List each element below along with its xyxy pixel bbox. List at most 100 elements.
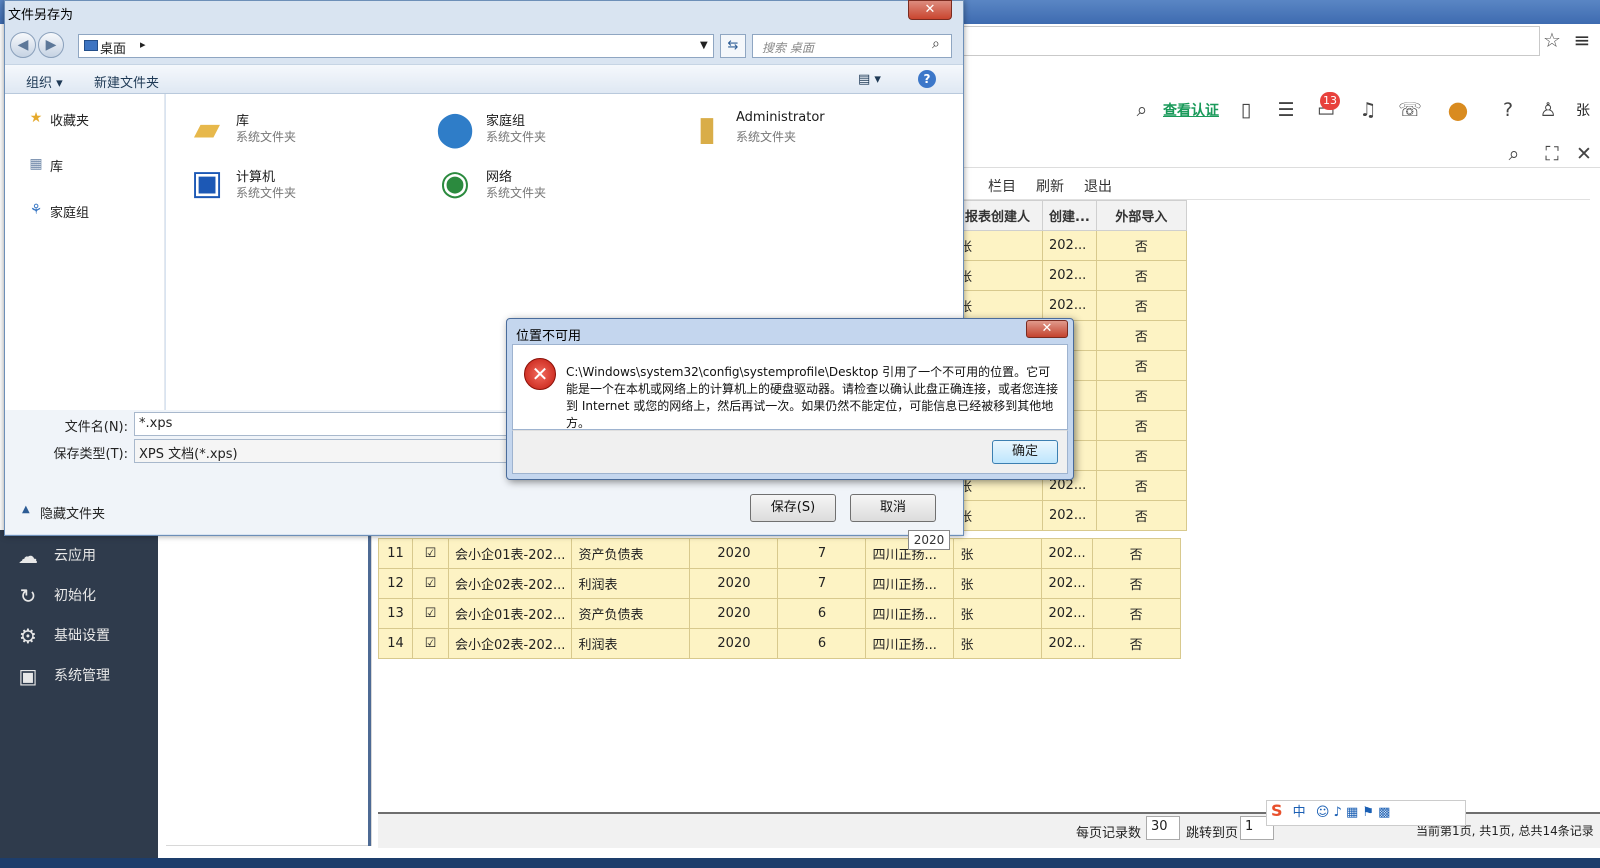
table-cell: 资产负债表 bbox=[571, 538, 691, 569]
table-cell: 否 bbox=[1095, 440, 1187, 471]
nav-libraries[interactable]: 库 bbox=[50, 156, 63, 175]
filetype-select[interactable]: XPS 文档(*.xps) bbox=[134, 439, 514, 463]
row-checkbox[interactable]: ☑ bbox=[412, 628, 449, 659]
nav-favorites[interactable]: 收藏夹 bbox=[50, 110, 89, 129]
item-name[interactable]: 计算机 bbox=[236, 166, 275, 185]
table-cell: 否 bbox=[1091, 568, 1181, 599]
ime-tools-icon[interactable]: ☺ ♪ ▦ ⚑ ▩ bbox=[1316, 805, 1391, 820]
ok-button[interactable]: 确定 bbox=[992, 440, 1058, 464]
help-circle-icon[interactable]: ? bbox=[1494, 96, 1522, 124]
item-name[interactable]: 库 bbox=[236, 110, 249, 129]
view-options-icon[interactable]: ▤ ▾ bbox=[858, 72, 881, 87]
breadcrumb-desktop[interactable]: 桌面 bbox=[100, 38, 126, 57]
back-button[interactable]: ◀ bbox=[10, 32, 36, 58]
filetype-label: 保存类型(T): bbox=[53, 447, 128, 462]
refresh-icon[interactable]: ⇆ bbox=[720, 34, 746, 58]
star-icon[interactable]: ☆ bbox=[1540, 28, 1564, 52]
checklist-icon[interactable]: ☰ bbox=[1272, 96, 1300, 124]
network-icon[interactable]: ◉ bbox=[430, 158, 480, 208]
filename-input[interactable]: *.xps bbox=[134, 412, 514, 436]
column-header[interactable]: 报表创建人 bbox=[952, 200, 1043, 231]
table-cell: 会小企02表-202... bbox=[447, 568, 573, 599]
cancel-button[interactable]: 取消 bbox=[850, 494, 936, 522]
calculator-icon[interactable]: ▯ bbox=[1232, 96, 1260, 124]
library-folder-icon[interactable]: ▰ bbox=[182, 104, 232, 154]
sidebar-item-cloud-apps[interactable]: 云应用 bbox=[0, 536, 158, 576]
help-icon[interactable]: ? bbox=[918, 70, 936, 88]
table-cell: 否 bbox=[1095, 350, 1187, 381]
chevron-right-icon[interactable]: ▸ bbox=[140, 38, 146, 51]
table-cell: 7 bbox=[777, 568, 867, 599]
table-row[interactable]: 14 ☑ 会小企02表-202... 利润表 2020 6 四川正扬... 张 202... 否 bbox=[378, 628, 1181, 659]
table-cell: 张 bbox=[953, 568, 1043, 599]
certify-link[interactable]: 查看认证 bbox=[1163, 100, 1219, 120]
row-checkbox[interactable]: ☑ bbox=[412, 598, 449, 629]
sogou-icon[interactable]: S bbox=[1271, 801, 1283, 820]
close-icon[interactable]: ✕ bbox=[1570, 140, 1598, 168]
table-cell: 2020 bbox=[689, 568, 779, 599]
close-button[interactable]: ✕ bbox=[1026, 320, 1068, 338]
sidebar-item-system-admin[interactable]: 系统管理 bbox=[0, 656, 158, 696]
sidebar-item-basic-settings[interactable]: 基础设置 bbox=[0, 616, 158, 656]
user-name[interactable]: 张 bbox=[1576, 100, 1590, 120]
table-cell: 202... bbox=[1041, 538, 1093, 569]
columns-button[interactable]: 栏目 bbox=[988, 176, 1016, 196]
table-row[interactable]: 11 ☑ 会小企01表-202... 资产负债表 2020 7 四川正扬... 张 202...… bbox=[378, 538, 1181, 569]
column-header[interactable]: 外部导入 bbox=[1095, 200, 1187, 231]
table-cell: 利润表 bbox=[571, 628, 691, 659]
item-name[interactable]: 家庭组 bbox=[486, 110, 525, 129]
ime-mode-icon[interactable]: 中 bbox=[1293, 805, 1306, 820]
phone-icon[interactable]: ☏ bbox=[1396, 96, 1424, 124]
row-checkbox[interactable]: ☑ bbox=[412, 568, 449, 599]
address-bar[interactable] bbox=[940, 26, 1540, 56]
table-cell: 202... bbox=[1042, 500, 1097, 531]
homegroup-icon[interactable]: ⬤ bbox=[430, 104, 480, 154]
close-button[interactable]: ✕ bbox=[908, 0, 952, 20]
table-cell: 张 bbox=[953, 628, 1043, 659]
user-icon[interactable]: ♙ bbox=[1534, 96, 1562, 124]
save-button[interactable]: 保存(S) bbox=[750, 494, 836, 522]
table-row[interactable]: 张 202... 否 bbox=[952, 230, 1187, 261]
row-checkbox[interactable]: ☑ bbox=[412, 538, 449, 569]
new-folder-button[interactable]: 新建文件夹 bbox=[94, 72, 159, 91]
table-row[interactable]: 张 202... 否 bbox=[952, 290, 1187, 321]
table-cell: 张 bbox=[952, 500, 1043, 531]
ime-toolbar[interactable]: S 中 ☺ ♪ ▦ ⚑ ▩ bbox=[1266, 800, 1466, 826]
table-row[interactable]: 张 202... 否 bbox=[952, 260, 1187, 291]
search-icon[interactable]: ⌕ bbox=[1128, 96, 1156, 124]
table-row[interactable]: 13 ☑ 会小企01表-202... 资产负债表 2020 6 四川正扬... 张 202...… bbox=[378, 598, 1181, 629]
sidebar-item-init[interactable]: 初始化 bbox=[0, 576, 158, 616]
monkey-avatar-icon[interactable]: ● bbox=[1444, 96, 1472, 124]
table-cell: 否 bbox=[1091, 538, 1181, 569]
search-icon[interactable]: ⌕ bbox=[1500, 140, 1528, 168]
fullscreen-icon[interactable]: ⛶ bbox=[1538, 140, 1566, 168]
hide-folders-toggle[interactable]: 隐藏文件夹 bbox=[40, 503, 105, 522]
homegroup-icon: ⚘ bbox=[29, 202, 43, 218]
table-row[interactable]: 12 ☑ 会小企02表-202... 利润表 2020 7 四川正扬... 张 202... 否 bbox=[378, 568, 1181, 599]
refresh-button[interactable]: 刷新 bbox=[1036, 176, 1064, 196]
chevron-down-icon[interactable]: ▼ bbox=[700, 40, 708, 51]
item-name[interactable]: Administrator bbox=[736, 110, 825, 125]
splitter[interactable] bbox=[368, 530, 371, 846]
item-name[interactable]: 网络 bbox=[486, 166, 512, 185]
user-folder-icon[interactable]: ▮ bbox=[682, 104, 732, 154]
table-cell: 否 bbox=[1095, 410, 1187, 441]
path-breadcrumb[interactable] bbox=[78, 34, 714, 58]
organize-menu[interactable]: 组织 ▾ bbox=[26, 72, 63, 91]
forward-button[interactable]: ▶ bbox=[38, 32, 64, 58]
exit-button[interactable]: 退出 bbox=[1084, 176, 1112, 196]
per-page-input[interactable]: 30 bbox=[1146, 816, 1180, 840]
table-cell: 否 bbox=[1095, 290, 1187, 321]
bell-icon[interactable]: ♫ bbox=[1354, 96, 1382, 124]
computer-icon[interactable]: ▣ bbox=[182, 158, 232, 208]
column-header[interactable]: 创建... bbox=[1042, 200, 1097, 231]
error-icon: ✕ bbox=[524, 358, 556, 390]
table-cell: 否 bbox=[1095, 470, 1187, 501]
menu-icon[interactable]: ≡ bbox=[1570, 28, 1594, 52]
nav-homegroup[interactable]: 家庭组 bbox=[50, 202, 89, 221]
table-cell: 2020 bbox=[689, 538, 779, 569]
search-icon[interactable]: ⌕ bbox=[932, 36, 940, 52]
table-row[interactable]: 张 202... 否 bbox=[952, 500, 1187, 531]
chevron-up-icon[interactable]: ▲ bbox=[22, 504, 30, 515]
table-cell: 13 bbox=[378, 598, 413, 629]
